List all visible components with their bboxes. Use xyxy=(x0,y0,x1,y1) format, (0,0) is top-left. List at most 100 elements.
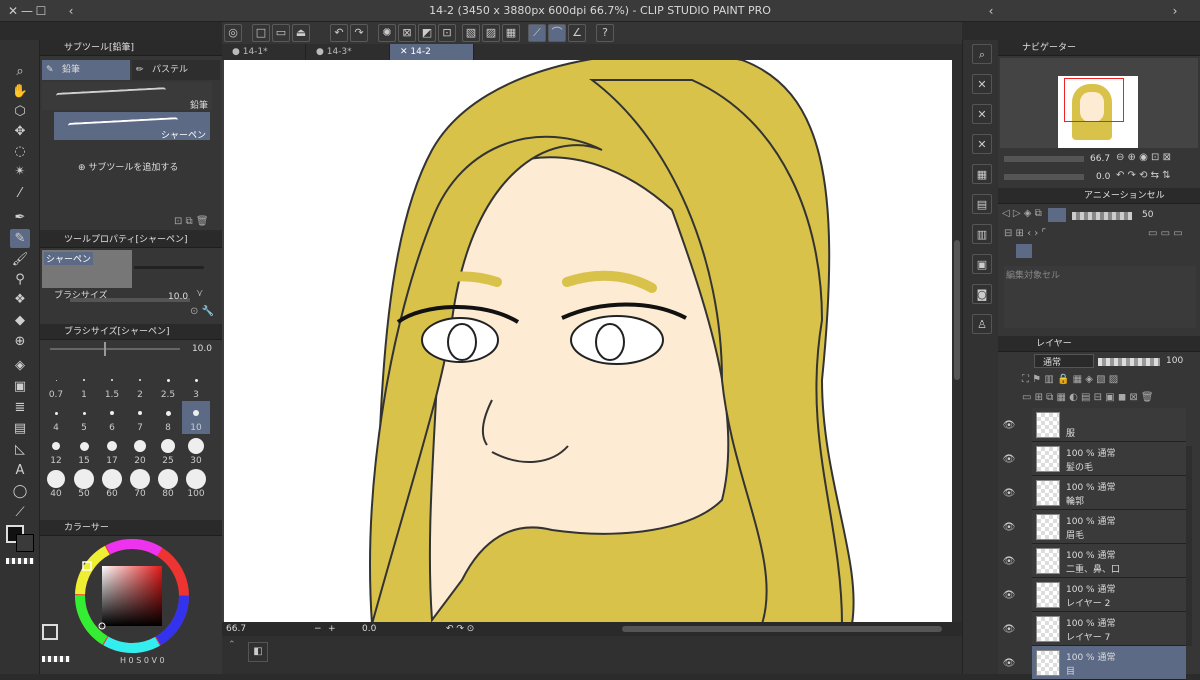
brush-size-slider-panel[interactable] xyxy=(50,348,180,350)
pen-tool-icon[interactable]: ✒ xyxy=(10,208,30,227)
brush-size-option[interactable]: 3 xyxy=(182,368,210,401)
brush-size-option[interactable]: 4 xyxy=(42,401,70,434)
layer-visibility-eye-icon[interactable]: 👁 xyxy=(1002,658,1016,672)
tab-doc-14-1[interactable]: ● 14-1* xyxy=(222,44,306,60)
brush-size-option[interactable]: 0.7 xyxy=(42,368,70,401)
balloon-tool-icon[interactable]: ◯ xyxy=(10,482,30,501)
layer-row[interactable]: 100 % 通常 二重、鼻、口 xyxy=(1032,544,1186,578)
horizontal-scrollbar[interactable] xyxy=(622,626,942,632)
layer-visibility-eye-icon[interactable]: 👁 xyxy=(1002,454,1016,468)
scroll-thumb[interactable] xyxy=(954,240,960,380)
clear-icon[interactable]: ⊠ xyxy=(398,24,416,42)
document-icon[interactable]: ▤ xyxy=(972,194,992,214)
navigator-zoom-value[interactable]: 66.7 xyxy=(1090,154,1110,164)
layer-row[interactable]: 100 % 通常 レイヤー 2 xyxy=(1032,578,1186,612)
status-zoom[interactable]: 66.7 xyxy=(226,622,246,636)
search-icon[interactable]: ⌕ xyxy=(972,44,992,64)
close-panel-icon-2[interactable]: ✕ xyxy=(972,104,992,124)
brush-size-option[interactable]: 6 xyxy=(98,401,126,434)
curve-icon[interactable]: ⌒ xyxy=(548,24,566,42)
pencil-tool-icon[interactable]: ✎ xyxy=(10,229,30,248)
text-tool-icon[interactable]: A xyxy=(10,461,30,480)
chevron-left-icon-right[interactable]: ‹ xyxy=(984,4,998,18)
tab-doc-14-3[interactable]: ● 14-3* xyxy=(306,44,390,60)
navigator-preview[interactable] xyxy=(1000,58,1198,148)
slider-thumb[interactable] xyxy=(104,342,106,356)
fill-tool-icon[interactable]: ◈ xyxy=(10,356,30,375)
add-subtool-button[interactable]: ⊕ サブツールを追加する xyxy=(78,160,178,173)
book-icon[interactable]: ▥ xyxy=(972,224,992,244)
layer-row[interactable]: 服 xyxy=(1032,408,1186,442)
image-icon[interactable]: ▣ xyxy=(972,254,992,274)
canvas-area[interactable] xyxy=(222,51,962,625)
layer-row[interactable]: 100 % 通常 髪の毛 xyxy=(1032,442,1186,476)
navigator-rotation-value[interactable]: 0.0 xyxy=(1096,172,1110,182)
status-angle[interactable]: 0.0 xyxy=(362,622,376,636)
brush-size-option[interactable]: 1 xyxy=(70,368,98,401)
grid-icon[interactable]: ▦ xyxy=(972,164,992,184)
artwork-canvas[interactable] xyxy=(222,51,962,625)
tab-pastel[interactable]: ✏ パステル xyxy=(132,60,220,80)
layer-visibility-eye-icon[interactable]: 👁 xyxy=(1002,420,1016,434)
folder-icons[interactable]: ▭ ▭ ▭ xyxy=(1148,228,1183,239)
layer-visibility-eye-icon[interactable]: 👁 xyxy=(1002,590,1016,604)
blend-tool-icon[interactable]: ⊕ xyxy=(10,332,30,351)
tab-pencil[interactable]: ✎ 鉛筆 xyxy=(42,60,130,80)
tab-doc-14-2[interactable]: ✕ 14-2 xyxy=(390,44,474,60)
layer-opacity-value[interactable]: 100 xyxy=(1166,356,1183,366)
layer-visibility-eye-icon[interactable]: 👁 xyxy=(1002,522,1016,536)
layer-visibility-eye-icon[interactable]: 👁 xyxy=(1002,624,1016,638)
navigator-zoom-slider[interactable] xyxy=(1004,156,1084,162)
transparent-color-icon[interactable] xyxy=(6,558,34,564)
animation-control-icons[interactable]: ◁ ▷ ◈ ⧉ xyxy=(1002,208,1042,219)
brush-size-option[interactable]: 80 xyxy=(154,467,182,500)
brush-size-option[interactable]: 8 xyxy=(154,401,182,434)
color-wheel[interactable] xyxy=(74,538,190,654)
brush-size-option[interactable]: 10 xyxy=(182,401,210,434)
navigator-viewport-frame[interactable] xyxy=(1064,78,1124,122)
brush-item-sharpen[interactable]: シャーペン xyxy=(54,112,210,141)
brush-size-option[interactable]: 17 xyxy=(98,434,126,467)
close-tab-icon[interactable]: ✕ xyxy=(400,47,410,57)
brush-size-option[interactable]: 20 xyxy=(126,434,154,467)
close-panel-icon-3[interactable]: ✕ xyxy=(972,134,992,154)
brush-size-option[interactable]: 60 xyxy=(98,467,126,500)
brush-size-option[interactable]: 2.5 xyxy=(154,368,182,401)
brush-size-option[interactable]: 70 xyxy=(126,467,154,500)
subtool-footer-icons[interactable]: ⊡ ⧉ 🗑 xyxy=(174,216,209,227)
loading-icon[interactable]: ✺ xyxy=(378,24,396,42)
deselect-icon[interactable]: ◩ xyxy=(418,24,436,42)
brush-size-option[interactable]: 25 xyxy=(154,434,182,467)
brush-size-option[interactable]: 50 xyxy=(70,467,98,500)
brush-size-option[interactable]: 30 xyxy=(182,434,210,467)
brush-size-option[interactable]: 2 xyxy=(126,368,154,401)
layer-opacity-slider[interactable] xyxy=(1098,358,1160,366)
snap-off-icon[interactable]: ▧ xyxy=(462,24,480,42)
brush-size-value[interactable]: 10.0 xyxy=(168,292,188,302)
animation-row2-icons[interactable]: ⊟ ⊞ ‹ › ⌜ xyxy=(1004,228,1046,239)
gradient-tool-icon[interactable]: ▣ xyxy=(10,377,30,396)
snap-ruler-icon[interactable]: ▨ xyxy=(482,24,500,42)
help-icon[interactable]: ? xyxy=(596,24,614,42)
figure-icon[interactable]: ♙ xyxy=(972,314,992,334)
zoom-minus-icon[interactable]: − xyxy=(314,622,322,636)
rotate-icons[interactable]: ↶ ↷ ⊙ xyxy=(446,622,474,636)
layer-row[interactable]: 100 % 通常目 xyxy=(1032,646,1186,680)
vertical-scrollbar[interactable] xyxy=(952,60,962,622)
lasso-tool-icon[interactable]: ◌ xyxy=(10,142,30,161)
zoom-plus-icon[interactable]: + xyxy=(328,622,336,636)
brush-size-option[interactable]: 40 xyxy=(42,467,70,500)
panel-toggle-icon[interactable]: ◧ xyxy=(248,642,268,662)
zoom-tool-icon[interactable]: ⌕ xyxy=(10,62,30,81)
dropdown-icon[interactable]: ⋎ xyxy=(196,288,203,299)
brush-size-option[interactable]: 7 xyxy=(126,401,154,434)
navigator-zoom-icons[interactable]: ⊖ ⊕ ◉ ⊡ ⊠ xyxy=(1116,152,1171,163)
magic-wand-tool-icon[interactable]: ✴ xyxy=(10,162,30,181)
camera-icon[interactable]: ◙ xyxy=(972,284,992,304)
brush-size-option[interactable]: 12 xyxy=(42,434,70,467)
angle-icon[interactable]: ∠ xyxy=(568,24,586,42)
animation-value[interactable]: 50 xyxy=(1142,210,1153,220)
sub-color-swatch[interactable] xyxy=(16,534,34,552)
brush-size-option[interactable]: 5 xyxy=(70,401,98,434)
redo-icon[interactable]: ↷ xyxy=(350,24,368,42)
